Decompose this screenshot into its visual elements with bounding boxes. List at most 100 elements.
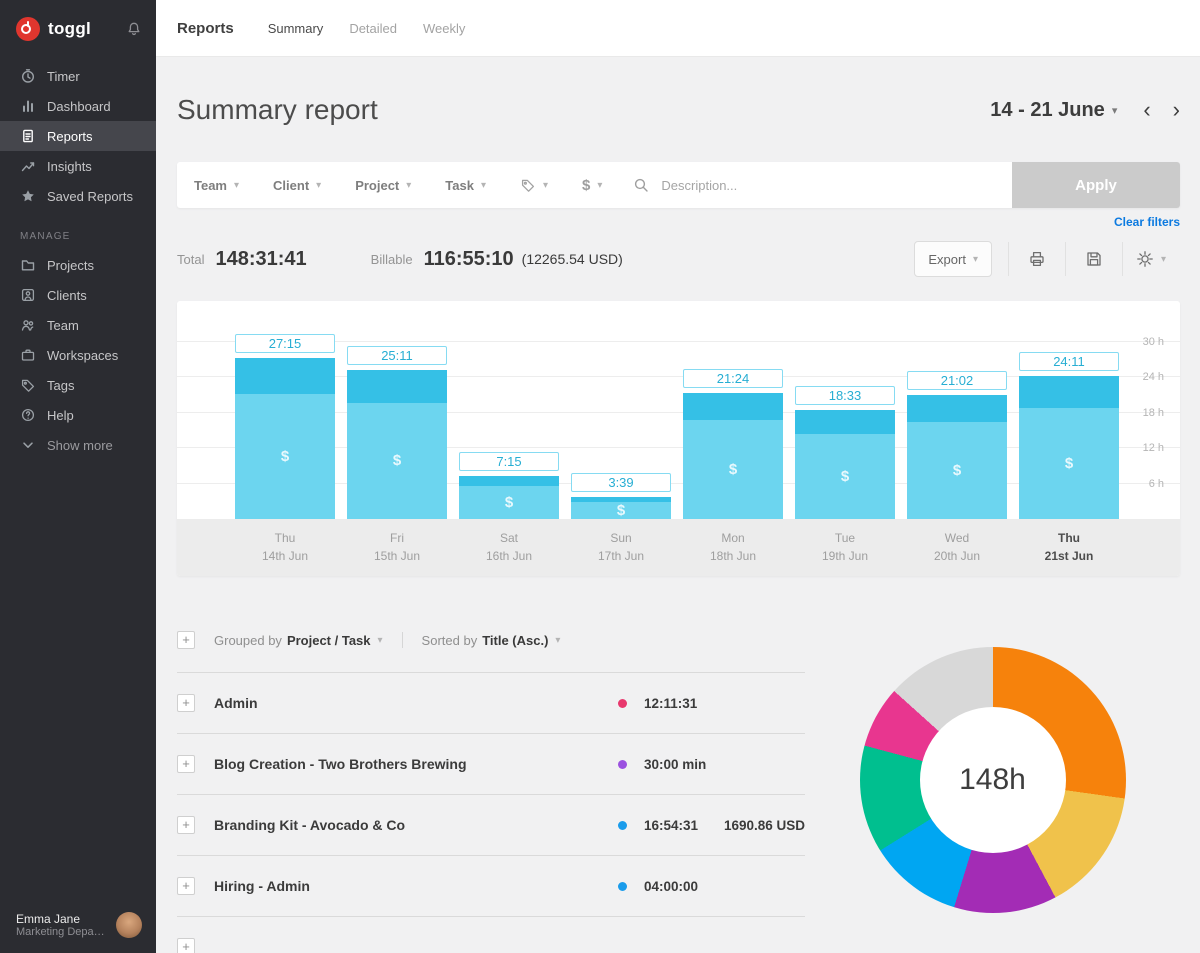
dollar-icon: $ <box>392 452 402 470</box>
dollar-icon: $ <box>280 447 290 465</box>
sidebar-item-tags[interactable]: Tags <box>0 370 156 400</box>
bar[interactable]: $ <box>907 394 1007 519</box>
expand-button[interactable]: + <box>177 938 195 953</box>
expand-button[interactable]: + <box>177 816 195 834</box>
sidebar-item-projects[interactable]: Projects <box>0 250 156 280</box>
sidebar-item-reports[interactable]: Reports <box>0 121 156 151</box>
team-icon <box>21 320 34 331</box>
bar[interactable]: $ <box>459 476 559 519</box>
sidebar-item-insights[interactable]: Insights <box>0 151 156 181</box>
bar-value-label: 24:11 <box>1019 352 1119 372</box>
tag-icon <box>521 179 535 192</box>
bar[interactable]: $ <box>347 370 447 519</box>
next-period-button[interactable]: › <box>1173 99 1180 121</box>
bar-slot: 7:15 $ <box>453 319 565 519</box>
tag-filter[interactable]: ▾ <box>503 162 565 208</box>
toggl-logo-icon <box>16 17 40 41</box>
settings-button[interactable]: ▾ <box>1122 242 1180 276</box>
sidebar-item-label: Workspaces <box>47 347 119 363</box>
help-icon <box>21 408 35 422</box>
bar[interactable]: $ <box>1019 376 1119 519</box>
description-search-input[interactable] <box>659 176 998 194</box>
grouped-by-selector[interactable]: Project / Task <box>287 633 371 648</box>
sidebar-item-label: Dashboard <box>47 98 111 114</box>
duration-value: 04:00:00 <box>644 878 699 894</box>
bar[interactable]: $ <box>683 392 783 519</box>
project-filter[interactable]: Project ▾ <box>338 162 428 208</box>
bar-slot: 18:33 $ <box>789 319 901 519</box>
user-name: Emma Jane <box>16 912 81 926</box>
duration-value: 30:00 min <box>644 756 707 772</box>
sidebar-nav: Timer Dashboard Reports Insights Saved R… <box>0 61 156 211</box>
topbar: Reports Summary Detailed Weekly <box>156 0 1200 57</box>
amount-value: 1690.86 USD <box>723 817 805 833</box>
user-profile[interactable]: Emma Jane Marketing Depart... <box>0 900 156 953</box>
apply-button[interactable]: Apply <box>1012 162 1180 208</box>
prev-period-button[interactable]: ‹ <box>1143 99 1150 121</box>
sidebar-item-help[interactable]: Help <box>0 400 156 430</box>
project-color-dot <box>618 698 627 708</box>
save-floppy-icon <box>1087 252 1101 266</box>
bar-segment-billable: $ <box>907 422 1007 519</box>
export-button[interactable]: Export ▾ <box>914 241 992 277</box>
bar-plot-wrap: 27:15 $25:11 $7:15 $3:39 $21:24 $18:33 $21:02 $… <box>177 301 1180 519</box>
projects-folder-icon <box>21 260 35 271</box>
bar-segment-nonbillable <box>795 409 895 434</box>
bar-value-label: 27:15 <box>235 334 335 354</box>
client-filter[interactable]: Client ▾ <box>256 162 338 208</box>
chevron-down-icon: ▾ <box>377 634 383 646</box>
clear-filters-link[interactable]: Clear filters <box>1114 215 1180 229</box>
expand-button[interactable]: + <box>177 877 195 895</box>
chevron-down-icon: ▾ <box>316 179 322 191</box>
sidebar-item-label: Projects <box>47 257 94 273</box>
project-color-dot <box>618 881 627 891</box>
table-row[interactable]: + Hiring - Admin 04:00:00 <box>177 855 805 916</box>
printer-icon <box>1030 251 1044 267</box>
sidebar-item-clients[interactable]: Clients <box>0 280 156 310</box>
search-icon <box>635 178 649 192</box>
tab-detailed[interactable]: Detailed <box>349 21 397 36</box>
user-info: Emma Jane Marketing Depart... <box>16 912 108 938</box>
chevron-down-icon <box>23 442 33 448</box>
bar[interactable]: $ <box>795 409 895 519</box>
expand-button[interactable]: + <box>177 755 195 773</box>
sidebar-item-label: Insights <box>47 158 92 174</box>
save-report-button[interactable] <box>1065 242 1122 276</box>
tab-weekly[interactable]: Weekly <box>423 21 465 36</box>
team-filter[interactable]: Team ▾ <box>177 162 256 208</box>
table-row[interactable]: + Admin 12:11:31 <box>177 672 805 733</box>
task-filter[interactable]: Task ▾ <box>428 162 503 208</box>
print-button[interactable] <box>1008 242 1065 276</box>
user-avatar[interactable] <box>116 912 142 938</box>
donut-chart[interactable]: 148h <box>859 647 1126 913</box>
sidebar-item-label: Saved Reports <box>47 188 133 204</box>
chevron-down-icon: ▾ <box>1111 104 1118 117</box>
expand-button[interactable]: + <box>177 694 195 712</box>
bar[interactable]: $ <box>571 497 671 519</box>
table-row[interactable]: + Blog Creation - Two Brothers Brewing 30:… <box>177 733 805 794</box>
date-navigation: 14 - 21 June ▾ ‹ › <box>990 99 1180 122</box>
expand-all-button[interactable]: + <box>177 631 195 649</box>
sidebar: toggl Timer Dashboard Reports Insights S… <box>0 0 156 953</box>
bar-xlabels: Thu 14th Jun Fri 15th Jun Sat 16th Jun Sun 17th… <box>177 519 1180 576</box>
x-axis-label: Wed 20th Jun <box>933 531 981 563</box>
tab-summary[interactable]: Summary <box>268 21 324 36</box>
billable-value: 116:55:10 <box>423 247 514 270</box>
project-color-dot <box>618 820 627 830</box>
sidebar-item-workspaces[interactable]: Workspaces <box>0 340 156 370</box>
sorted-by-selector[interactable]: Title (Asc.) <box>482 633 548 648</box>
project-color-dot <box>618 759 627 769</box>
sidebar-item-saved-reports[interactable]: Saved Reports <box>0 181 156 211</box>
billable-filter[interactable]: $ ▾ <box>565 162 619 208</box>
sidebar-item-team[interactable]: Team <box>0 310 156 340</box>
bar-slot: 27:15 $ <box>229 319 341 519</box>
date-range-selector[interactable]: 14 - 21 June <box>990 99 1105 122</box>
bar[interactable]: $ <box>235 358 335 519</box>
table-row[interactable]: + Branding Kit - Avocado & Co 16:54:31 1690… <box>177 794 805 855</box>
sidebar-show-more[interactable]: Show more <box>0 430 156 460</box>
bottom-section: + Grouped by Project / Task ▾ Sorted by … <box>177 628 1180 953</box>
notifications-bell-icon[interactable] <box>126 21 142 37</box>
sidebar-item-dashboard[interactable]: Dashboard <box>0 91 156 121</box>
sidebar-item-timer[interactable]: Timer <box>0 61 156 91</box>
insights-icon <box>21 162 35 172</box>
